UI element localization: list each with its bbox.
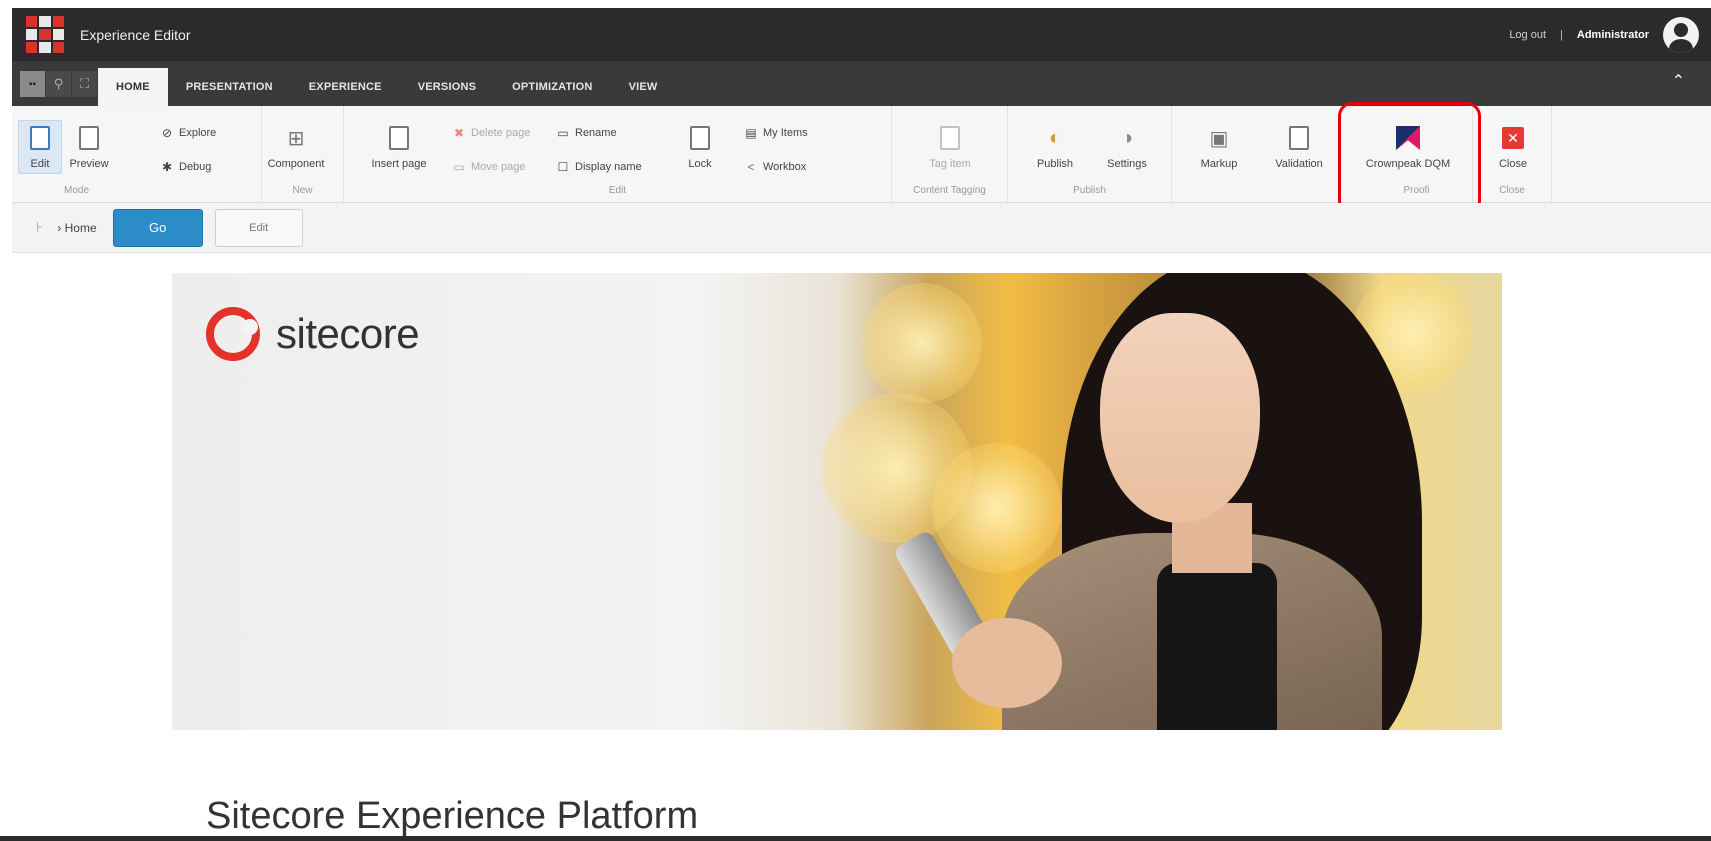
search-icon[interactable]: ⚲ <box>46 71 72 97</box>
markup-button[interactable]: ▣ Markup <box>1184 124 1254 171</box>
close-button[interactable]: ✕ Close <box>1478 124 1548 170</box>
settings-icon: ◑ <box>1120 126 1134 149</box>
chevron-up-icon[interactable]: ⌃ <box>1672 71 1685 91</box>
group-label-new: New <box>292 185 313 196</box>
ribbon-group-close: ✕ Close Close <box>1472 106 1552 202</box>
tag-item-button[interactable]: Tag item <box>915 124 985 170</box>
group-label-publish: Publish <box>1073 185 1106 196</box>
bokeh-light <box>932 443 1062 573</box>
my-items-icon: ▤ <box>745 126 757 140</box>
avatar[interactable] <box>1663 16 1699 53</box>
group-label-mode: Mode <box>63 185 89 196</box>
lock-icon <box>690 126 710 150</box>
ribbon-tab-bar: ▪▪ ⚲ ⛶ HOME PRESENTATION EXPERIENCE VERS… <box>12 61 1711 106</box>
display-name-button[interactable]: ☐ Display name <box>556 160 642 174</box>
edit-icon <box>30 126 50 150</box>
app-title: Experience Editor <box>80 26 191 43</box>
rename-button[interactable]: ▭ Rename <box>556 126 616 140</box>
move-page-icon: ▭ <box>453 160 465 174</box>
display-name-icon: ☐ <box>557 160 569 174</box>
explore-icon: ⊘ <box>161 126 173 140</box>
person-top <box>1157 563 1277 730</box>
insert-page-button[interactable]: Insert page <box>364 124 434 170</box>
bokeh-light <box>862 283 982 403</box>
lock-button[interactable]: Lock <box>665 124 735 170</box>
launchpad-grid-icon[interactable] <box>26 15 64 54</box>
sitecore-logo[interactable]: sitecore <box>206 307 420 361</box>
edit-page-button[interactable]: Edit <box>214 208 303 247</box>
tab-view[interactable]: VIEW <box>611 68 676 106</box>
rename-icon: ▭ <box>557 126 569 140</box>
debug-button[interactable]: ✱ Debug <box>160 160 211 174</box>
crownpeak-dqm-icon <box>1396 126 1420 150</box>
ribbon-group-content-tagging: Tag item Content Tagging <box>892 106 1008 202</box>
ribbon-group-edit: Insert page ✖ Delete page ▭ Move page ▭ … <box>344 106 892 202</box>
debug-icon: ✱ <box>161 160 173 174</box>
publish-button[interactable]: ◐ Publish <box>1020 124 1090 171</box>
go-button[interactable]: Go <box>112 208 203 247</box>
crownpeak-dqm-button[interactable]: Crownpeak DQM <box>1358 124 1458 170</box>
group-label-edit: Edit <box>608 185 627 196</box>
tab-home[interactable]: HOME <box>98 68 168 106</box>
my-items-button[interactable]: ▤ My Items <box>744 126 807 140</box>
user-area: Log out | Administrator <box>1509 8 1699 61</box>
bottom-strip <box>0 836 1711 841</box>
page-heading: Sitecore Experience Platform <box>206 795 699 837</box>
move-page-button[interactable]: ▭ Move page <box>452 160 525 174</box>
ribbon-group-new: New <box>262 106 344 202</box>
tab-optimization[interactable]: OPTIMIZATION <box>494 68 610 106</box>
tree-icon[interactable]: ⊦ <box>36 219 43 236</box>
sitecore-logo-icon <box>206 307 260 361</box>
publish-settings-button[interactable]: ◑ Settings <box>1092 124 1162 171</box>
delete-icon: ✖ <box>453 126 465 140</box>
component-tree-icon[interactable]: ⛶ <box>72 71 98 97</box>
ribbon-toggle-icon[interactable]: ▪▪ <box>20 71 46 97</box>
tab-versions[interactable]: VERSIONS <box>400 68 494 106</box>
tab-experience[interactable]: EXPERIENCE <box>291 68 400 106</box>
person-hand <box>952 618 1062 708</box>
workbox-icon: < <box>747 160 755 174</box>
navigation-bar: ⊦ › Home Go Edit <box>12 203 1711 253</box>
breadcrumb[interactable]: › Home <box>57 221 96 235</box>
publish-icon: ◐ <box>1048 126 1062 149</box>
tab-presentation[interactable]: PRESENTATION <box>168 68 291 106</box>
ribbon-group-publish: ◐ Publish ◑ Settings Publish <box>1008 106 1172 202</box>
validation-button[interactable]: Validation <box>1264 124 1334 170</box>
close-icon: ✕ <box>1502 127 1524 149</box>
explore-button[interactable]: ⊘ Explore <box>160 126 216 140</box>
group-label-close: Close <box>1499 185 1525 196</box>
workbox-button[interactable]: < Workbox <box>744 160 806 174</box>
preview-icon <box>79 126 99 150</box>
insert-page-icon <box>389 126 409 150</box>
group-label-content-tagging: Content Tagging <box>913 185 986 196</box>
person-face <box>1100 313 1260 523</box>
separator: | <box>1560 28 1563 41</box>
validation-icon <box>1289 126 1309 150</box>
hero-banner: sitecore <box>172 273 1502 730</box>
preview-mode-button[interactable]: Preview <box>54 124 124 170</box>
ribbon-group-mode: Edit Preview ⊘ Explore ✱ Debug ⊞ Compone… <box>12 106 324 202</box>
quick-tools: ▪▪ ⚲ ⛶ <box>20 67 98 101</box>
tag-item-icon <box>940 126 960 150</box>
top-header: Experience Editor Log out | Administrato… <box>12 8 1711 61</box>
markup-icon: ▣ <box>1209 127 1229 150</box>
user-name[interactable]: Administrator <box>1577 29 1649 41</box>
delete-page-button[interactable]: ✖ Delete page <box>452 126 530 140</box>
logout-link[interactable]: Log out <box>1509 29 1546 41</box>
ribbon: Edit Preview ⊘ Explore ✱ Debug ⊞ Compone… <box>12 106 1711 203</box>
